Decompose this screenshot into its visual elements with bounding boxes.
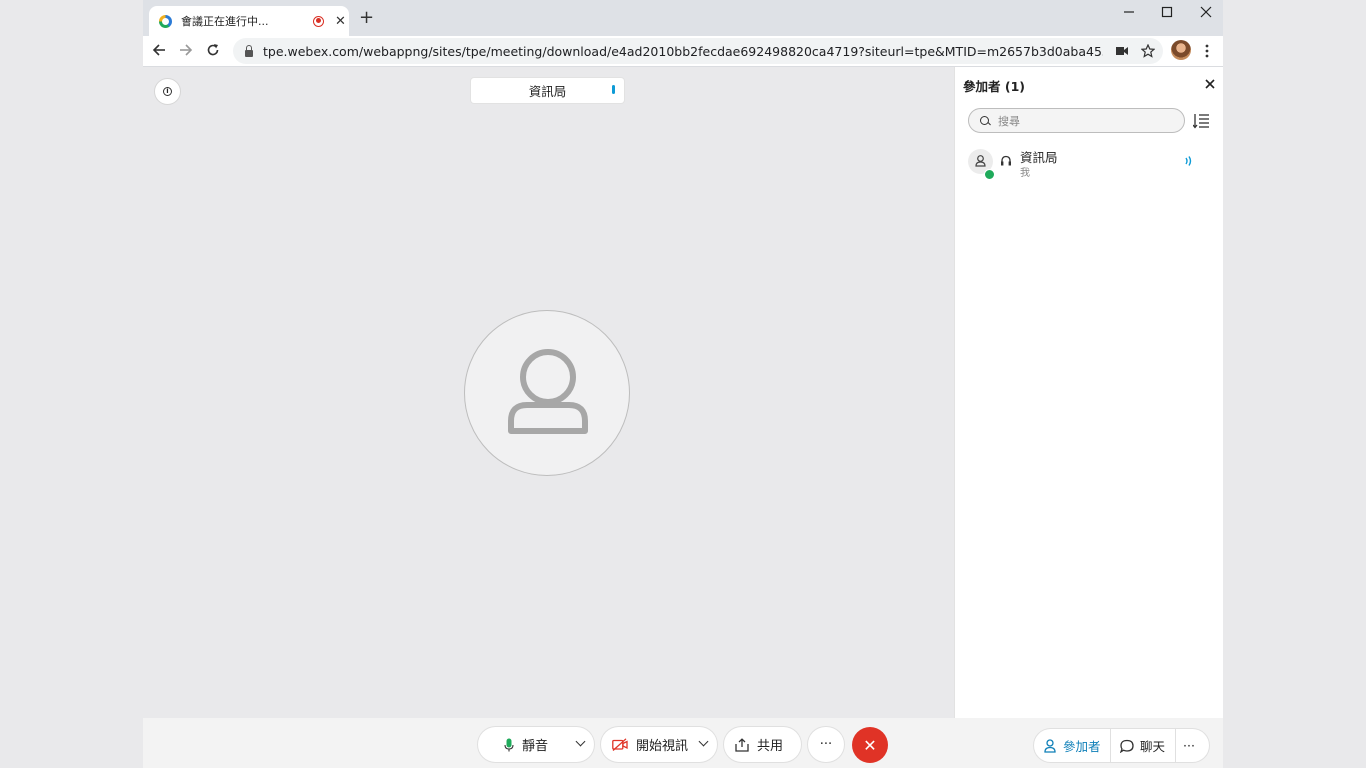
tab-close-icon[interactable]: ✕ <box>335 14 346 29</box>
leave-meeting-button[interactable]: ✕ <box>852 727 888 763</box>
toggle-divider <box>1110 729 1111 762</box>
participants-toggle-button[interactable]: 參加者 <box>1044 729 1101 762</box>
panel-title: 參加者 (1) <box>963 79 1025 94</box>
participant-avatar <box>968 149 995 180</box>
audio-activity-icon <box>1185 156 1192 166</box>
tab-title: 會議正在進行中... <box>181 15 269 28</box>
sort-list-icon[interactable] <box>1193 113 1211 129</box>
panel-close-icon[interactable] <box>1205 79 1215 89</box>
mute-options-chevron-icon[interactable] <box>575 736 586 747</box>
user-icon <box>975 155 986 167</box>
back-arrow-icon[interactable] <box>152 43 166 57</box>
end-call-icon: ✕ <box>863 735 877 755</box>
video-options-chevron-icon[interactable] <box>698 736 709 747</box>
online-status-icon <box>984 169 995 180</box>
browser-menu-icon[interactable] <box>1205 44 1209 58</box>
address-bar[interactable]: tpe.webex.com/webappng/sites/tpe/meeting… <box>233 38 1163 64</box>
self-name-tag: 資訊局 <box>471 78 624 103</box>
forward-arrow-icon[interactable] <box>179 43 193 57</box>
start-video-button[interactable]: 開始視訊 <box>601 727 717 762</box>
more-options-icon: ··· <box>819 737 833 752</box>
start-video-label: 開始視訊 <box>636 739 689 754</box>
participant-subtitle: 我 <box>1020 168 1030 179</box>
webex-favicon-icon <box>159 14 172 28</box>
browser-titlebar: 會議正在進行中... ✕ + <box>143 0 1223 36</box>
url-text: tpe.webex.com/webappng/sites/tpe/meeting… <box>263 43 1103 59</box>
headset-icon <box>1001 155 1011 166</box>
meeting-stage: i 資訊局 <box>143 67 954 718</box>
window-close-icon[interactable] <box>1200 6 1212 18</box>
participants-icon <box>1044 738 1056 753</box>
browser-tab[interactable]: 會議正在進行中... ✕ <box>149 6 349 36</box>
reload-icon[interactable] <box>206 43 220 57</box>
search-icon <box>980 116 989 125</box>
share-button[interactable]: 共用 <box>724 727 801 762</box>
browser-window: 會議正在進行中... ✕ + tpe.webex.com/webappng/si… <box>143 0 1223 768</box>
chat-toggle-label: 聊天 <box>1140 739 1166 754</box>
maximize-icon[interactable] <box>1161 6 1173 18</box>
microphone-icon <box>504 738 514 751</box>
panel-toggle-group: 參加者 聊天 ··· <box>1034 729 1209 762</box>
info-icon: i <box>163 87 172 96</box>
lock-icon <box>245 44 253 57</box>
speaking-indicator-icon <box>612 85 615 94</box>
camera-permission-icon[interactable] <box>1116 46 1128 56</box>
mute-button[interactable]: 靜音 <box>478 727 594 762</box>
more-options-button[interactable]: ··· <box>808 727 844 762</box>
browser-toolbar: tpe.webex.com/webappng/sites/tpe/meeting… <box>143 36 1223 67</box>
new-tab-button[interactable]: + <box>359 9 374 27</box>
chat-toggle-button[interactable]: 聊天 <box>1120 729 1165 762</box>
more-panels-button[interactable]: ··· <box>1183 729 1195 762</box>
participant-search-input[interactable]: 搜尋 <box>968 108 1185 133</box>
video-off-icon <box>612 738 628 751</box>
participants-toggle-label: 參加者 <box>1063 739 1101 754</box>
minimize-icon[interactable] <box>1123 6 1135 18</box>
meeting-info-button[interactable]: i <box>154 78 181 105</box>
recording-indicator-icon <box>313 15 324 27</box>
search-placeholder: 搜尋 <box>998 114 1020 128</box>
profile-avatar[interactable] <box>1171 40 1191 60</box>
more-panels-icon: ··· <box>1183 738 1195 753</box>
share-label: 共用 <box>757 739 784 754</box>
toggle-divider <box>1175 729 1176 762</box>
mute-label: 靜音 <box>522 739 549 754</box>
participant-row[interactable]: 資訊局 我 <box>968 145 1213 181</box>
self-name-label: 資訊局 <box>528 84 567 99</box>
share-icon <box>735 737 749 752</box>
user-silhouette-icon <box>508 349 588 434</box>
chat-icon <box>1120 739 1134 753</box>
meeting-control-bar: 靜音 開始視訊 共用 ··· ✕ 參加者 聊天 ··· <box>143 718 1223 768</box>
self-video-avatar <box>464 310 630 476</box>
participants-panel: 參加者 (1) 搜尋 資訊局 我 <box>954 67 1223 718</box>
bookmark-star-icon[interactable] <box>1141 44 1155 58</box>
